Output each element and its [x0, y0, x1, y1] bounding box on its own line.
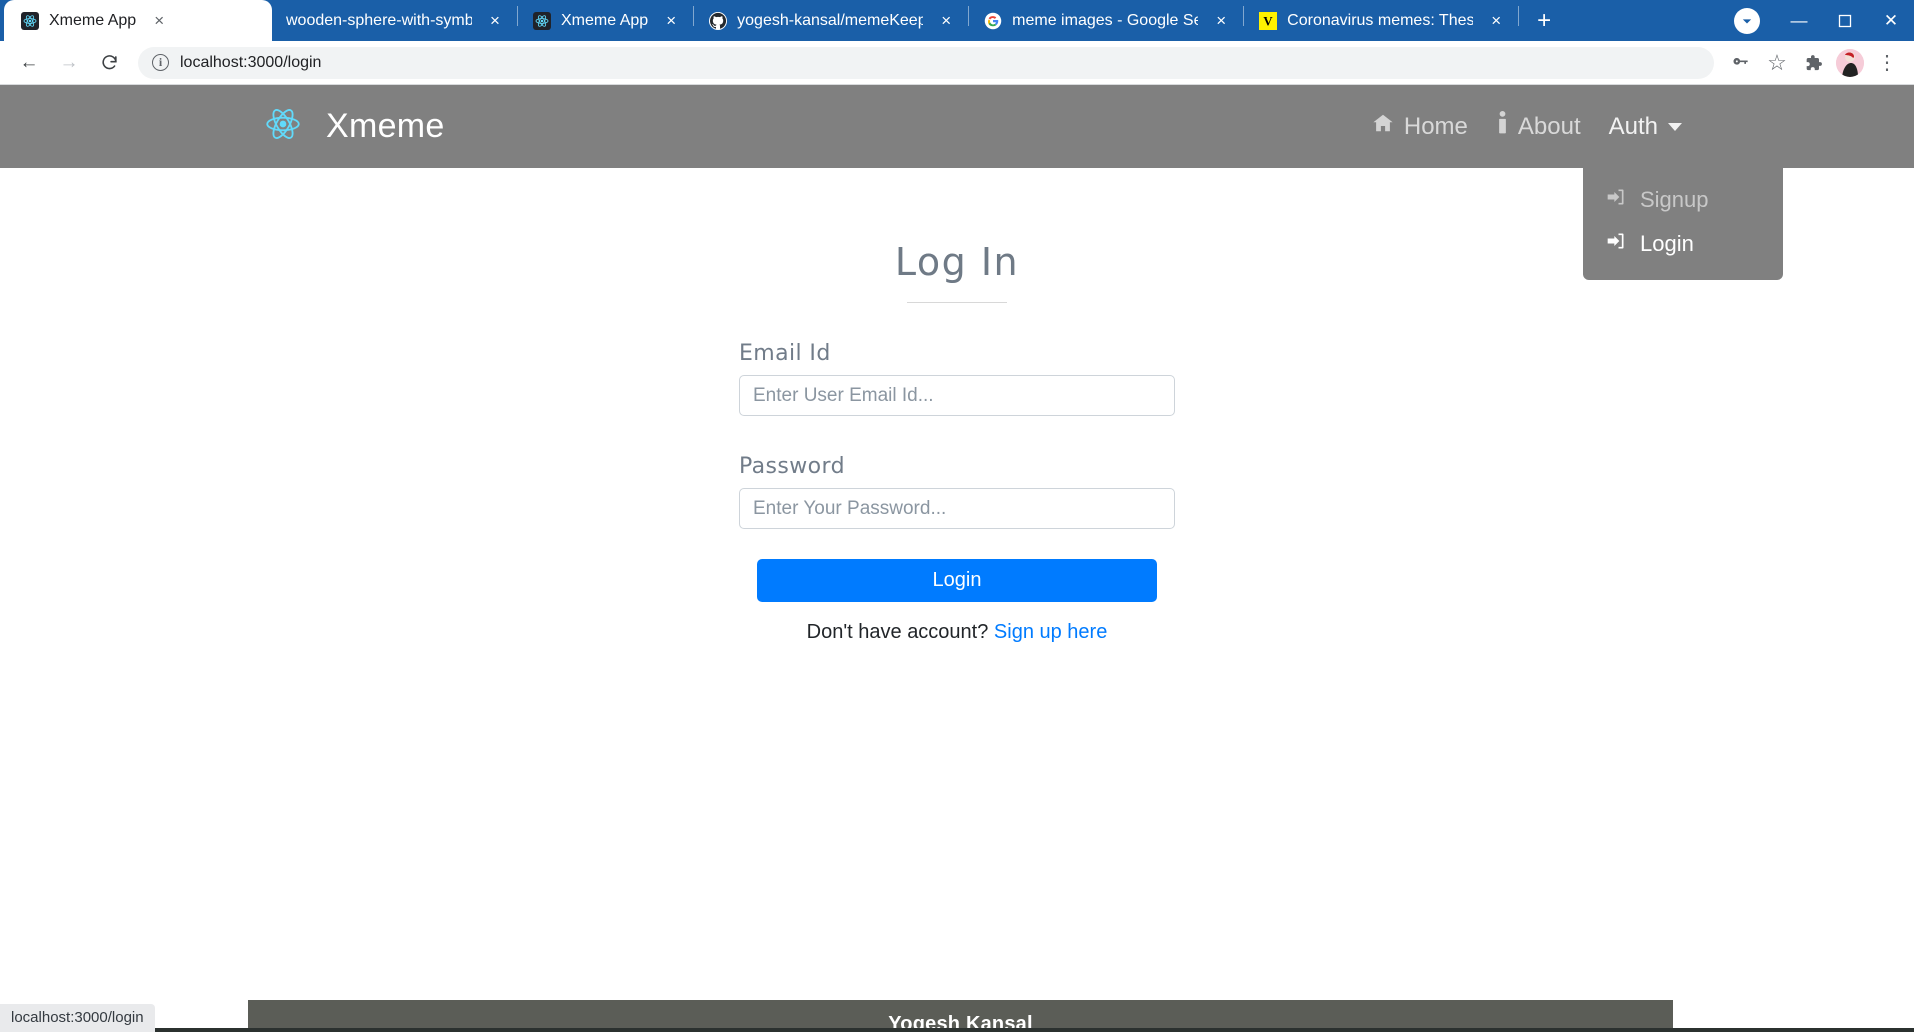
- reload-button[interactable]: [90, 44, 128, 82]
- password-label: Password: [739, 454, 845, 479]
- maximize-button[interactable]: [1822, 0, 1868, 41]
- dropdown-item-label: Login: [1640, 231, 1694, 256]
- react-icon: [20, 11, 40, 31]
- browser-window: Xmeme App × wooden-sphere-with-symbo × X…: [0, 0, 1914, 1032]
- nav-item-home[interactable]: Home: [1371, 112, 1468, 141]
- dropdown-item-label: Signup: [1640, 187, 1709, 212]
- site-info-icon[interactable]: i: [152, 54, 169, 71]
- tab-close-button[interactable]: ×: [483, 9, 507, 33]
- tab-title: Xmeme App: [561, 11, 649, 29]
- chevron-down-icon: [1668, 122, 1682, 131]
- tab-close-button[interactable]: ×: [934, 9, 958, 33]
- close-window-button[interactable]: ✕: [1868, 0, 1914, 41]
- forward-button[interactable]: →: [50, 44, 88, 82]
- nav-item-label: Home: [1403, 112, 1468, 140]
- google-icon: [983, 11, 1003, 31]
- tab-title: meme images - Google Sea: [1012, 11, 1199, 29]
- auth-dropdown-menu: Signup Login: [1583, 168, 1783, 280]
- tab-divider: [1518, 5, 1520, 26]
- github-icon: [708, 11, 728, 31]
- address-bar[interactable]: i localhost:3000/login: [138, 46, 1714, 79]
- tab-close-button[interactable]: ×: [147, 9, 171, 33]
- bottom-edge: [0, 1028, 1914, 1032]
- dropdown-item-signup[interactable]: Signup: [1583, 178, 1783, 222]
- window-controls: — ✕: [1734, 0, 1914, 41]
- svg-text:V: V: [1264, 14, 1274, 28]
- navbar-links: Home About Auth: [1371, 111, 1682, 142]
- tab-close-button[interactable]: ×: [1484, 9, 1508, 33]
- signup-link[interactable]: Sign up here: [994, 621, 1107, 643]
- browser-tab-2[interactable]: wooden-sphere-with-symbo ×: [272, 0, 517, 41]
- tab-title: Coronavirus memes: These A: [1287, 11, 1474, 29]
- extensions-puzzle-icon[interactable]: [1796, 46, 1830, 80]
- app-navbar: Xmeme Home About Auth: [0, 85, 1914, 168]
- profile-avatar-icon[interactable]: [1734, 7, 1760, 34]
- tab-title: Xmeme App: [49, 11, 137, 29]
- page-title: Log In: [894, 240, 1020, 284]
- login-form: Log In Email Id Password Login Don't hav…: [739, 168, 1175, 644]
- page-viewport: Xmeme Home About Auth Signup Login Log I…: [0, 85, 1914, 1032]
- status-bubble: localhost:3000/login: [0, 1004, 155, 1032]
- title-divider: [907, 302, 1007, 303]
- tab-strip: Xmeme App × wooden-sphere-with-symbo × X…: [0, 0, 1914, 41]
- url-text: localhost:3000/login: [180, 53, 322, 71]
- brand-name: Xmeme: [326, 107, 445, 145]
- nav-item-about[interactable]: About: [1496, 111, 1581, 142]
- sign-in-icon: [1605, 231, 1627, 257]
- browser-toolbar: ← → i localhost:3000/login ☆ ⋮: [0, 41, 1914, 85]
- nav-item-label: About: [1517, 112, 1581, 140]
- browser-tab-4[interactable]: yogesh-kansal/memeKeepe ×: [694, 0, 968, 41]
- tab-close-button[interactable]: ×: [659, 9, 683, 33]
- browser-tab-5[interactable]: meme images - Google Sea ×: [969, 0, 1243, 41]
- email-field[interactable]: [739, 375, 1175, 416]
- react-icon: [532, 11, 552, 31]
- home-icon: [1371, 112, 1395, 141]
- browser-tab-1[interactable]: Xmeme App ×: [4, 0, 272, 41]
- login-submit-button[interactable]: Login: [757, 559, 1157, 602]
- password-field[interactable]: [739, 488, 1175, 529]
- bookmark-star-icon[interactable]: ☆: [1760, 46, 1794, 80]
- signup-prompt-line: Don't have account? Sign up here: [739, 621, 1175, 644]
- info-icon: [1496, 111, 1509, 142]
- profile-photo-avatar[interactable]: [1836, 48, 1864, 77]
- vox-icon: V: [1258, 11, 1278, 31]
- brand[interactable]: Xmeme: [260, 103, 445, 150]
- back-button[interactable]: ←: [10, 44, 48, 82]
- nav-item-auth[interactable]: Auth: [1609, 113, 1682, 141]
- react-logo-icon: [260, 103, 306, 150]
- sign-in-icon: [1605, 187, 1627, 213]
- new-tab-button[interactable]: +: [1527, 4, 1561, 38]
- nav-item-label: Auth: [1608, 112, 1658, 140]
- key-icon[interactable]: [1724, 46, 1758, 80]
- dropdown-item-login[interactable]: Login: [1583, 222, 1783, 266]
- browser-tab-3[interactable]: Xmeme App ×: [518, 0, 693, 41]
- tab-title: yogesh-kansal/memeKeepe: [737, 11, 924, 29]
- browser-menu-icon[interactable]: ⋮: [1870, 46, 1904, 80]
- tab-title: wooden-sphere-with-symbo: [286, 11, 472, 29]
- page-content: Log In Email Id Password Login Don't hav…: [0, 168, 1914, 990]
- minimize-button[interactable]: —: [1776, 0, 1822, 41]
- tab-close-button[interactable]: ×: [1209, 9, 1233, 33]
- browser-tab-6[interactable]: V Coronavirus memes: These A ×: [1244, 0, 1518, 41]
- signup-prompt-text: Don't have account?: [806, 621, 989, 643]
- email-label: Email Id: [739, 341, 831, 366]
